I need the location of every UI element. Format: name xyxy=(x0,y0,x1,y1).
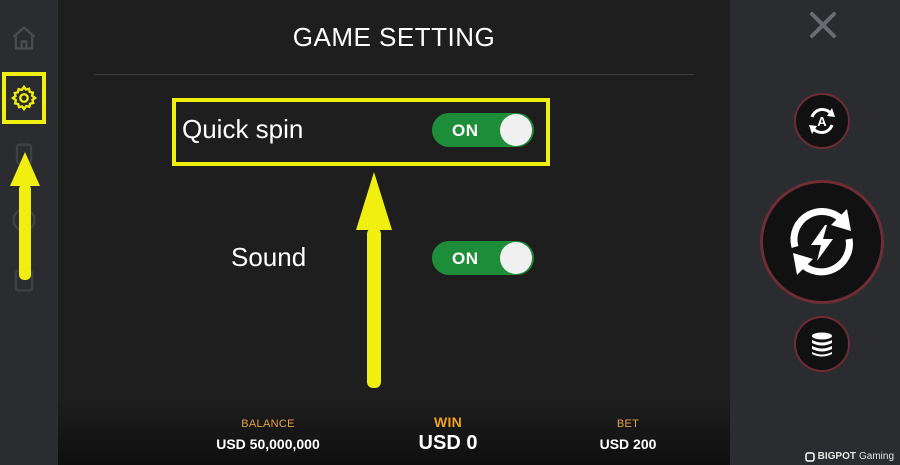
balance-value: USD 50,000,000 xyxy=(216,436,320,452)
sound-label: Sound xyxy=(231,242,307,272)
win-label: WIN xyxy=(433,414,463,430)
bet-label: BET xyxy=(616,418,640,430)
divider xyxy=(94,74,694,75)
close-icon[interactable] xyxy=(808,10,838,40)
balance-label: BALANCE xyxy=(241,418,295,430)
status-bar: BALANCE USD 50,000,000 WIN USD 0 BET USD… xyxy=(58,398,730,465)
settings-panel: GAME SETTING Quick spin ON Sound ON xyxy=(58,0,730,465)
brand-logo: BIGPOT Gaming xyxy=(804,451,894,462)
left-sidebar xyxy=(0,0,56,465)
coins-icon xyxy=(812,332,832,357)
autoplay-button[interactable]: A xyxy=(794,93,850,149)
bet-value: USD 200 xyxy=(599,436,657,452)
page-title: GAME SETTING xyxy=(292,22,496,52)
logo-icon xyxy=(804,451,815,462)
bet-display: BET USD 200 xyxy=(578,418,678,452)
balance-display: BALANCE USD 50,000,000 xyxy=(190,418,346,452)
win-value: USD 0 xyxy=(418,432,478,454)
brand-suffix: Gaming xyxy=(858,451,894,462)
toggle-knob xyxy=(500,242,532,274)
bet-selector-button[interactable] xyxy=(794,316,850,372)
right-controls: A BIGPOT Gaming xyxy=(730,0,900,465)
pointer-arrow-icon xyxy=(10,152,40,280)
sound-toggle[interactable]: ON xyxy=(432,241,534,275)
gear-icon xyxy=(10,84,38,112)
spin-icon xyxy=(790,208,853,276)
settings-button[interactable] xyxy=(2,72,46,124)
autoplay-icon: A xyxy=(809,108,835,134)
pointer-arrow-icon xyxy=(356,172,392,388)
win-display: WIN USD 0 xyxy=(388,414,508,455)
svg-text:A: A xyxy=(817,114,827,129)
spin-button[interactable] xyxy=(760,180,884,304)
home-icon[interactable] xyxy=(8,22,40,54)
brand-name: BIGPOT xyxy=(817,451,856,462)
toggle-state: ON xyxy=(452,249,479,268)
highlight-box xyxy=(172,98,550,166)
